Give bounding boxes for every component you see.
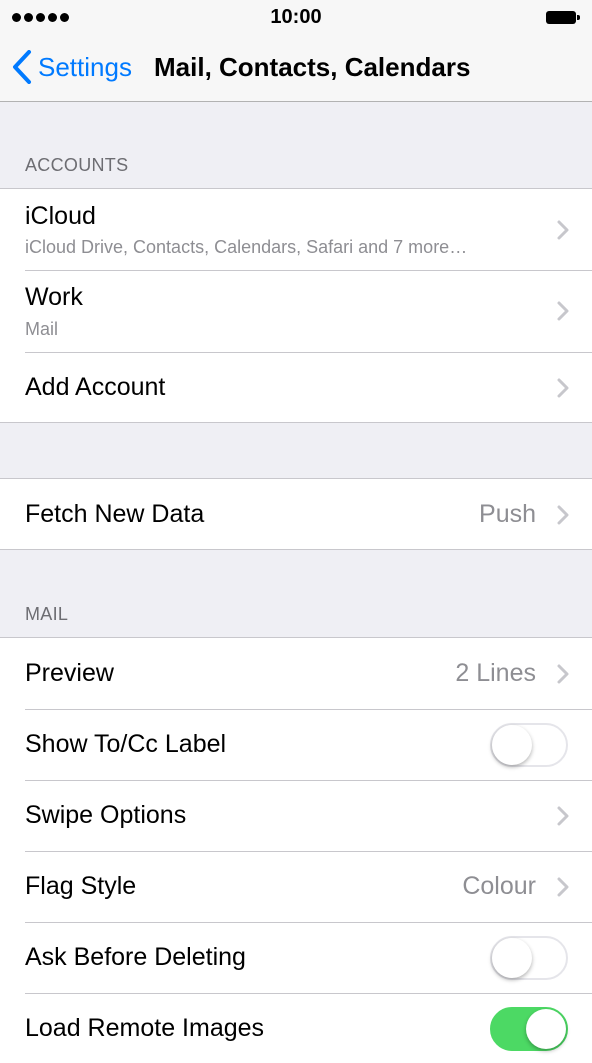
navigation-bar: Settings Mail, Contacts, Calendars bbox=[0, 36, 592, 102]
chevron-right-icon bbox=[557, 378, 569, 398]
row-title: Add Account bbox=[25, 373, 166, 401]
chevron-right-icon bbox=[557, 301, 569, 321]
chevron-right-icon bbox=[557, 877, 569, 897]
back-label: Settings bbox=[38, 51, 132, 82]
account-row-icloud[interactable]: iCloud iCloud Drive, Contacts, Calendars… bbox=[0, 189, 592, 270]
row-title: iCloud bbox=[25, 202, 96, 230]
row-value: Push bbox=[479, 500, 536, 528]
load-remote-images-row: Load Remote Images bbox=[0, 993, 592, 1063]
chevron-left-icon bbox=[13, 50, 31, 84]
accounts-group: iCloud iCloud Drive, Contacts, Calendars… bbox=[0, 188, 592, 423]
chevron-right-icon bbox=[557, 664, 569, 684]
back-button[interactable]: Settings bbox=[12, 50, 132, 84]
row-value: 2 Lines bbox=[455, 659, 536, 687]
fetch-group: Fetch New Data Push bbox=[0, 478, 592, 550]
chevron-right-icon bbox=[557, 505, 569, 525]
ask-before-deleting-row: Ask Before Deleting bbox=[0, 922, 592, 993]
mail-group: Preview 2 Lines Show To/Cc Label Swipe O… bbox=[0, 637, 592, 1063]
row-title: Preview bbox=[25, 659, 114, 687]
add-account-row[interactable]: Add Account bbox=[0, 352, 592, 422]
battery-icon bbox=[546, 11, 580, 24]
row-title: Work bbox=[25, 283, 83, 311]
ask-before-deleting-toggle[interactable] bbox=[490, 936, 568, 980]
row-title: Show To/Cc Label bbox=[25, 730, 227, 758]
row-title: Swipe Options bbox=[25, 801, 187, 829]
flag-style-row[interactable]: Flag Style Colour bbox=[0, 851, 592, 922]
load-remote-images-toggle[interactable] bbox=[490, 1007, 568, 1051]
show-to-cc-label-row: Show To/Cc Label bbox=[0, 709, 592, 780]
row-value: Colour bbox=[462, 872, 536, 900]
row-title: Load Remote Images bbox=[25, 1014, 265, 1042]
section-header-accounts: ACCOUNTS bbox=[25, 155, 129, 175]
section-header-mail: MAIL bbox=[25, 604, 69, 624]
page-title: Mail, Contacts, Calendars bbox=[154, 52, 471, 82]
show-to-cc-label-toggle[interactable] bbox=[490, 723, 568, 767]
chevron-right-icon bbox=[557, 806, 569, 826]
row-title: Flag Style bbox=[25, 872, 137, 900]
fetch-new-data-row[interactable]: Fetch New Data Push bbox=[0, 479, 592, 549]
account-row-work[interactable]: Work Mail bbox=[0, 270, 592, 352]
row-title: Ask Before Deleting bbox=[25, 943, 246, 971]
preview-row[interactable]: Preview 2 Lines bbox=[0, 638, 592, 709]
swipe-options-row[interactable]: Swipe Options bbox=[0, 780, 592, 851]
row-subtitle: iCloud Drive, Contacts, Calendars, Safar… bbox=[25, 237, 468, 257]
row-subtitle: Mail bbox=[25, 319, 59, 339]
row-title: Fetch New Data bbox=[25, 500, 205, 528]
chevron-right-icon bbox=[557, 220, 569, 240]
status-time: 10:00 bbox=[270, 6, 322, 28]
status-bar: 10:00 bbox=[0, 0, 592, 36]
